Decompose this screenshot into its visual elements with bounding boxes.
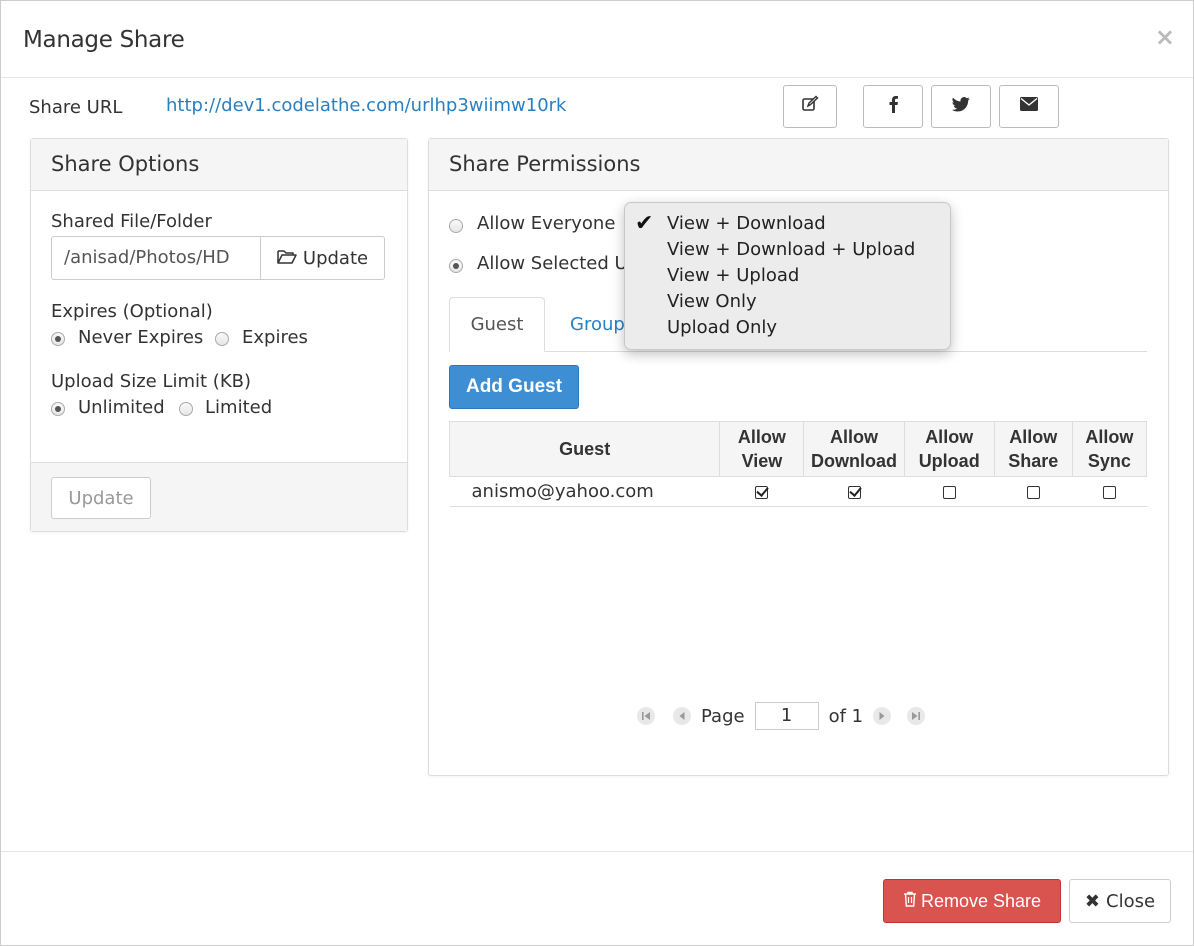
close-label: Close [1106, 890, 1156, 912]
last-page-icon[interactable] [907, 707, 926, 725]
pagination: Page 1 of 1 [637, 701, 926, 731]
update-path-label: Update [302, 247, 369, 269]
expires-radio[interactable] [215, 332, 229, 346]
allow-selected-radio[interactable] [449, 259, 463, 273]
column-header-allow-share: Allow Share [993, 421, 1073, 477]
share-url-link[interactable]: http://dev1.codelathe.com/urlhp3wiimw10r… [166, 95, 566, 116]
update-path-button[interactable]: Update [260, 236, 385, 280]
never-expires-radio[interactable] [51, 332, 65, 346]
expires-label: Expires (Optional) [51, 301, 213, 322]
shared-file-label: Shared File/Folder [51, 211, 212, 232]
twitter-icon [952, 96, 970, 117]
checkmark-icon: ✔ [635, 211, 654, 236]
column-header-allow-download: Allow Download [803, 421, 905, 477]
update-options-button[interactable]: Update [51, 477, 151, 519]
menu-item-view-download-upload[interactable]: View + Download + Upload [625, 237, 950, 263]
column-header-allow-sync: Allow Sync [1071, 421, 1148, 477]
share-permissions-heading: Share Permissions [429, 139, 1168, 191]
manage-share-modal: Manage Share × Share URL http://dev1.cod… [0, 0, 1194, 946]
menu-item-view-download[interactable]: ✔ View + Download [625, 211, 950, 237]
add-guest-button[interactable]: Add Guest [449, 365, 579, 409]
page-of-label: of 1 [828, 705, 864, 727]
guest-email: anismo@yahoo.com [449, 476, 720, 507]
never-expires-label: Never Expires [78, 327, 204, 348]
modal-footer-divider [1, 851, 1193, 852]
upload-limit-label: Upload Size Limit (KB) [51, 371, 252, 392]
menu-item-upload-only[interactable]: Upload Only [625, 315, 950, 341]
allow-everyone-label: Allow Everyone [477, 213, 616, 234]
email-share-button[interactable] [999, 85, 1059, 128]
limited-label: Limited [205, 397, 273, 418]
column-header-guest: Guest [448, 421, 721, 477]
share-options-heading: Share Options [31, 139, 407, 191]
page-label: Page [701, 705, 745, 727]
tab-group[interactable]: Group [570, 314, 625, 335]
allow-selected-label: Allow Selected U [477, 253, 628, 274]
menu-item-label: View + Upload [667, 265, 800, 286]
modal-header: Manage Share × [1, 1, 1193, 78]
modal-title: Manage Share [23, 27, 185, 53]
tabs-divider [449, 351, 1147, 352]
share-url-label: Share URL [29, 97, 123, 118]
column-header-allow-upload: Allow Upload [903, 421, 995, 477]
menu-item-label: Upload Only [667, 317, 778, 338]
page-number-input[interactable]: 1 [754, 702, 819, 730]
remove-share-label: Remove Share [920, 890, 1042, 911]
next-page-icon[interactable] [873, 707, 892, 725]
edit-share-button[interactable] [783, 85, 837, 128]
allow-download-checkbox[interactable] [847, 485, 861, 499]
facebook-share-button[interactable] [863, 85, 923, 128]
table-row: anismo@yahoo.com [449, 476, 1147, 507]
shared-path-field[interactable]: /anisad/Photos/HD [51, 236, 261, 280]
close-button[interactable]: ✖ Close [1069, 879, 1171, 923]
prev-page-icon[interactable] [673, 707, 691, 725]
allow-share-checkbox[interactable] [1026, 485, 1040, 499]
allow-everyone-radio[interactable] [449, 219, 463, 233]
edit-icon [801, 95, 819, 118]
menu-item-label: View + Download [667, 213, 826, 234]
unlimited-radio[interactable] [51, 402, 65, 416]
menu-item-label: View Only [667, 291, 757, 312]
unlimited-label: Unlimited [78, 397, 165, 418]
limited-radio[interactable] [179, 402, 193, 416]
tab-guest[interactable]: Guest [449, 297, 545, 352]
column-header-allow-view: Allow View [719, 421, 805, 477]
allow-upload-checkbox[interactable] [942, 485, 956, 499]
menu-item-view-only[interactable]: View Only [625, 289, 950, 315]
trash-icon [903, 891, 917, 912]
menu-item-view-upload[interactable]: View + Upload [625, 263, 950, 289]
close-icon[interactable]: × [1155, 23, 1175, 51]
times-icon: ✖ [1084, 890, 1101, 912]
folder-open-icon [277, 248, 297, 269]
envelope-icon [1020, 97, 1038, 116]
guest-permissions-table: Guest Allow View Allow Download Allow Uploa… [448, 421, 1148, 507]
facebook-icon [887, 95, 899, 118]
table-header-row: Guest Allow View Allow Download Allow Uploa… [448, 421, 1148, 477]
allow-view-checkbox[interactable] [755, 485, 769, 499]
remove-share-button[interactable]: Remove Share [883, 879, 1061, 923]
first-page-icon[interactable] [637, 707, 655, 725]
menu-item-label: View + Download + Upload [667, 239, 916, 260]
twitter-share-button[interactable] [931, 85, 991, 128]
expires-option-label: Expires [242, 327, 308, 348]
permission-dropdown-menu: ✔ View + Download View + Download + Uplo… [624, 202, 951, 350]
allow-sync-checkbox[interactable] [1102, 485, 1116, 499]
